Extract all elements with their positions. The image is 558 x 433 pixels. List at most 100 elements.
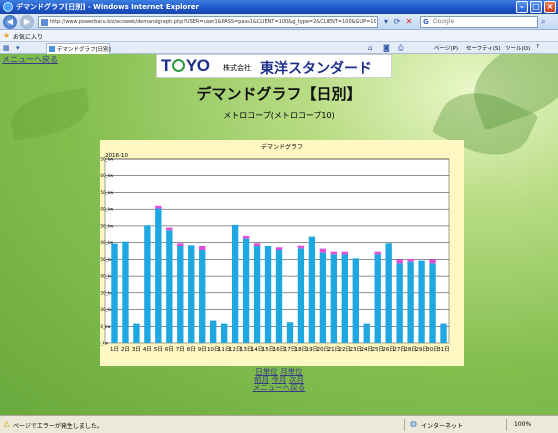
page-title: デマンドグラフ【日別】: [196, 85, 362, 103]
back-to-menu-link-bottom[interactable]: メニューへ戻る: [253, 383, 306, 392]
page-subtitle: メトロコープ(メトロコープ10): [223, 111, 335, 120]
bar-peak: [374, 251, 381, 255]
x-tick-label: 1日: [110, 346, 119, 353]
y-tick-label: 500_kw: [100, 173, 114, 178]
bar: [177, 245, 184, 343]
y-tick-label: 450_kw: [100, 190, 114, 195]
feeds-icon[interactable]: ◙: [383, 44, 390, 52]
bar: [144, 225, 151, 343]
bar-peak: [407, 259, 414, 262]
stop-icon[interactable]: ✕: [404, 17, 414, 27]
bar-peak: [429, 259, 436, 264]
bar: [308, 236, 316, 343]
y-tick-label: 0_kw: [100, 341, 109, 346]
bar: [363, 323, 370, 343]
maximize-button[interactable]: □: [530, 1, 542, 13]
home-icon[interactable]: ⌂: [368, 44, 372, 52]
security-zone: インターネット: [421, 423, 464, 430]
quick-tabs-icon[interactable]: ▦: [3, 44, 13, 52]
bar: [122, 241, 129, 343]
bar-peak: [199, 245, 206, 250]
url-text: http://www.powerbaru.biz/ecoweb/demandgr…: [50, 19, 376, 25]
status-separator: [404, 419, 405, 431]
bar-peak: [253, 243, 261, 246]
zoom-level[interactable]: 100%: [514, 421, 531, 428]
bar: [286, 322, 294, 343]
bar: [166, 230, 173, 343]
bar: [385, 243, 392, 343]
page-content: メニューへ戻る T YO 株式会社 東洋スタンダード デマンドグラフ【日別】 メト…: [0, 54, 558, 415]
bar: [275, 249, 283, 343]
y-tick-label: 350_kw: [100, 223, 114, 228]
bar: [429, 263, 436, 343]
refresh-icon[interactable]: ⟳: [392, 17, 402, 27]
tab-list-icon[interactable]: ▾: [16, 44, 26, 52]
company-logo: T YO 株式会社 東洋スタンダード: [156, 54, 392, 78]
y-tick-label: 50_kw: [100, 324, 111, 329]
tab-page-icon: [49, 46, 55, 52]
tools-menu[interactable]: ツール(O): [505, 44, 530, 52]
bar: [155, 208, 162, 343]
logo-brand-text: 東洋スタンダード: [260, 60, 372, 76]
bar-peak: [275, 247, 283, 250]
tab-demand-graph[interactable]: デマンドグラフ[日別]: [46, 43, 111, 54]
logo-toyo-text: T YO: [161, 56, 210, 75]
status-text[interactable]: ページでエラーが発生しました。: [13, 421, 103, 430]
tab-bar: ▦ ▾ デマンドグラフ[日別] ⌂ ◙ ⎙ ページ(P) セーフティ(S) ツー…: [0, 42, 558, 54]
logo-corp-text: 株式会社: [223, 64, 251, 72]
x-tick-label: 5日: [154, 346, 163, 353]
favorites-star-icon[interactable]: ★: [3, 31, 10, 40]
globe-icon: ◍: [410, 419, 417, 428]
x-tick-label: 2日: [121, 346, 130, 353]
x-tick-label: 7日: [176, 346, 185, 353]
window-title: デマンドグラフ[日別] - Windows Internet Explorer: [16, 3, 199, 11]
minimize-button[interactable]: –: [516, 1, 528, 13]
safety-menu[interactable]: セーフティ(S): [466, 44, 501, 52]
favorites-button[interactable]: お気に入り: [13, 32, 43, 41]
bar: [220, 323, 228, 343]
navigation-links: 日単位 月単位 前月 今月 次月 メニューへ戻る: [0, 368, 558, 392]
bar: [111, 243, 118, 343]
address-bar: ◀ ▶ http://www.powerbaru.biz/ecoweb/dema…: [0, 14, 558, 30]
bar: [341, 254, 348, 343]
back-button[interactable]: ◀: [3, 15, 17, 29]
print-icon[interactable]: ⎙: [398, 44, 404, 52]
bar-peak: [177, 243, 184, 246]
bar: [133, 323, 140, 343]
bar: [253, 245, 261, 343]
url-field[interactable]: http://www.powerbaru.biz/ecoweb/demandgr…: [38, 16, 378, 28]
bar-peak: [341, 251, 348, 255]
bar-peak: [242, 235, 250, 239]
back-to-menu-link-top[interactable]: メニューへ戻る: [2, 54, 58, 65]
x-tick-label: 4日: [143, 346, 152, 353]
bar: [188, 245, 195, 343]
bar: [330, 254, 338, 343]
bar: [297, 248, 305, 343]
search-icon[interactable]: ⌕: [541, 17, 553, 27]
bar: [396, 263, 403, 343]
title-bar: デマンドグラフ[日別] - Windows Internet Explorer …: [0, 0, 558, 14]
bar: [407, 261, 414, 343]
x-tick-label: 8日: [187, 346, 196, 353]
help-menu[interactable]: ?: [536, 44, 539, 50]
forward-button[interactable]: ▶: [20, 15, 34, 29]
x-tick-label: 31日: [437, 346, 450, 353]
bar-peak: [297, 245, 305, 249]
bar: [199, 249, 206, 343]
status-separator: [506, 419, 507, 431]
y-tick-label: 400_kw: [100, 207, 114, 212]
bar-peak: [330, 251, 338, 255]
bar: [242, 238, 250, 343]
x-tick-label: 9日: [198, 346, 207, 353]
dropdown-icon[interactable]: ▾: [381, 17, 391, 27]
warning-icon[interactable]: ⚠: [3, 420, 10, 429]
bar: [231, 224, 239, 343]
search-field[interactable]: G Google: [420, 16, 538, 28]
chart-title: デマンドグラフ: [261, 143, 303, 151]
close-button[interactable]: ×: [544, 1, 556, 13]
bar: [374, 254, 381, 343]
demand-chart: デマンドグラフ2016-100_kw50_kw100_kw150_kw200_k…: [100, 143, 450, 353]
page-icon: [41, 19, 48, 26]
page-menu[interactable]: ページ(P): [434, 44, 458, 52]
y-tick-label: 550_kw: [100, 157, 114, 162]
